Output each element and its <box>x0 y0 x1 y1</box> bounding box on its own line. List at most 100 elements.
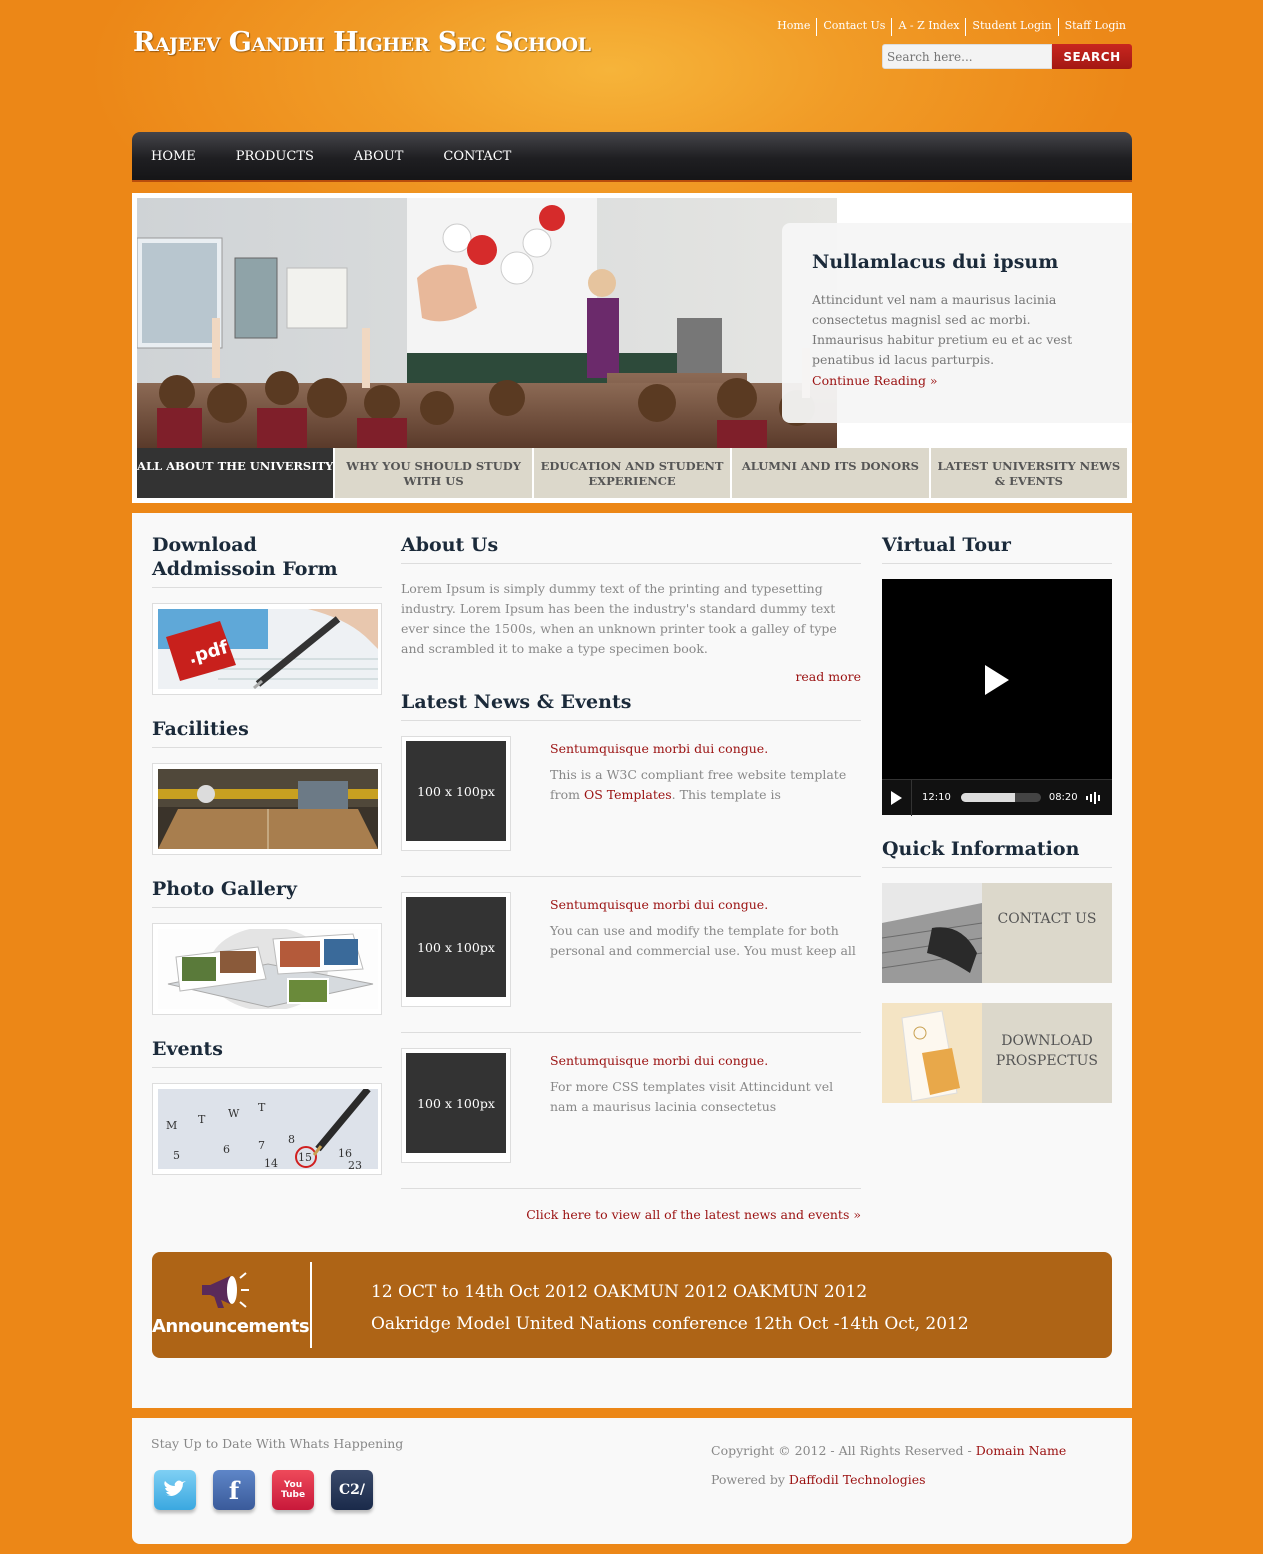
about-text: Lorem Ipsum is simply dummy text of the … <box>401 581 837 656</box>
news-thumb[interactable]: 100 x 100px <box>401 1048 511 1163</box>
svg-text:W: W <box>228 1107 240 1120</box>
prospectus-image <box>882 1003 982 1103</box>
news-title-link[interactable]: Sentumquisque morbi dui congue. <box>550 741 768 756</box>
announcement-bar: Announcements 12 OCT to 14th Oct 2012 OA… <box>152 1252 1112 1358</box>
middle-column: About Us Lorem Ipsum is simply dummy tex… <box>401 533 861 1222</box>
facebook-icon[interactable]: f <box>213 1470 255 1510</box>
contact-us-block[interactable]: CONTACT US <box>882 883 1112 983</box>
facilities-title: Facilities <box>152 717 382 748</box>
video-controls: 12:10 08:20 <box>882 779 1112 816</box>
news-item: 100 x 100px Sentumquisque morbi dui congu… <box>401 1033 861 1189</box>
caption-text: Attincidunt vel nam a maurisus lacinia c… <box>812 292 1073 367</box>
announcement-line-1[interactable]: 12 OCT to 14th Oct 2012 OAKMUN 2012 OAKM… <box>371 1276 969 1308</box>
powered-text: Powered by <box>711 1472 789 1487</box>
download-form-thumb[interactable]: .pdf <box>152 603 382 695</box>
slider-tab-alumni[interactable]: Alumni and its donors <box>732 448 931 498</box>
toplink-az-index[interactable]: A - Z Index <box>891 18 965 36</box>
footer-stay-text: Stay Up to Date With Whats Happening <box>151 1436 404 1451</box>
nav-home[interactable]: HOME <box>151 132 196 180</box>
nav-products[interactable]: PRODUCTS <box>236 132 314 180</box>
photo-gallery-title: Photo Gallery <box>152 877 382 908</box>
news-thumb-placeholder: 100 x 100px <box>406 741 506 841</box>
events-thumb[interactable]: MTWT 5678 14 16 23 15 <box>152 1083 382 1175</box>
view-all-news-link[interactable]: Click here to view all of the latest new… <box>526 1207 861 1222</box>
footer-credits: Copyright © 2012 - All Rights Reserved -… <box>711 1436 1066 1494</box>
svg-text:14: 14 <box>264 1157 278 1169</box>
continue-reading-link[interactable]: Continue Reading » <box>812 373 938 388</box>
nav-contact[interactable]: CONTACT <box>443 132 511 180</box>
laptop-image <box>882 883 982 983</box>
announcement-label: Announcements <box>152 1316 310 1337</box>
slider-tab-education[interactable]: Education and student experience <box>533 448 733 498</box>
news-thumb-placeholder: 100 x 100px <box>406 1053 506 1153</box>
copyright-text: Copyright © 2012 - All Rights Reserved - <box>711 1443 976 1458</box>
video-progress-track[interactable] <box>960 793 1041 802</box>
slider-tab-why-study[interactable]: Why you should study with us <box>335 448 534 498</box>
news-title-link[interactable]: Sentumquisque morbi dui congue. <box>550 1053 768 1068</box>
company-link[interactable]: Daffodil Technologies <box>789 1472 926 1487</box>
site-title: Rajeev Gandhi Higher Sec School <box>133 27 591 58</box>
news-thumb[interactable]: 100 x 100px <box>401 736 511 851</box>
right-column: Virtual Tour 12:10 08:20 Quick Informati… <box>882 533 1112 1103</box>
featured-slider: Nullamlacus dui ipsum Attincidunt vel na… <box>132 193 1132 503</box>
toplink-home[interactable]: Home <box>771 18 816 36</box>
news-list: 100 x 100px Sentumquisque morbi dui congu… <box>401 721 861 1189</box>
news-thumb[interactable]: 100 x 100px <box>401 892 511 1007</box>
twitter-icon[interactable] <box>154 1470 196 1510</box>
slider-tab-university[interactable]: All about the University <box>137 448 336 498</box>
slider-tab-news[interactable]: Latest University news & events <box>930 448 1128 498</box>
toplink-contact[interactable]: Contact Us <box>816 18 891 36</box>
contact-us-label: CONTACT US <box>997 911 1097 927</box>
domain-link[interactable]: Domain Name <box>976 1443 1067 1458</box>
youtube-icon[interactable]: You Tube <box>272 1470 314 1510</box>
news-title-link[interactable]: Sentumquisque morbi dui congue. <box>550 897 768 912</box>
video-player[interactable]: 12:10 08:20 <box>882 579 1112 816</box>
download-prospectus-label: DOWNLOAD PROSPECTUS <box>995 1033 1098 1069</box>
play-icon[interactable] <box>985 665 1009 695</box>
calendar-image: MTWT 5678 14 16 23 15 <box>158 1089 378 1169</box>
top-links: Home Contact Us A - Z Index Student Logi… <box>771 18 1132 36</box>
news-text-b: . This template is <box>671 787 781 802</box>
slide-image[interactable] <box>137 198 837 448</box>
svg-text:M: M <box>166 1119 177 1132</box>
pdf-form-image: .pdf <box>158 609 378 689</box>
news-text: This is a W3C compliant free website tem… <box>550 765 861 805</box>
download-prospectus-block[interactable]: DOWNLOAD PROSPECTUS <box>882 1003 1112 1103</box>
news-body: Sentumquisque morbi dui congue. This is a… <box>550 736 861 856</box>
news-title: Latest News & Events <box>401 690 861 721</box>
announcement-line-2[interactable]: Oakridge Model United Nations conference… <box>371 1308 969 1340</box>
play-button[interactable] <box>882 779 912 816</box>
svg-text:T: T <box>198 1113 206 1126</box>
facilities-thumb[interactable] <box>152 763 382 855</box>
toplink-staff-login[interactable]: Staff Login <box>1057 18 1132 36</box>
toplink-student-login[interactable]: Student Login <box>965 18 1057 36</box>
video-current-time: 12:10 <box>922 792 951 803</box>
events-title: Events <box>152 1037 382 1068</box>
search-form: SEARCH <box>882 44 1132 69</box>
slider-tabs: All about the University Why you should … <box>137 448 1128 498</box>
search-button[interactable]: SEARCH <box>1052 44 1132 69</box>
news-inline-link[interactable]: OS Templates <box>584 787 672 802</box>
megaphone-icon <box>202 1272 249 1308</box>
c2-icon[interactable]: C2/ <box>331 1470 373 1510</box>
svg-text:6: 6 <box>223 1143 230 1156</box>
footer: Stay Up to Date With Whats Happening f Y… <box>132 1418 1132 1544</box>
search-input[interactable] <box>882 44 1052 69</box>
video-progress-fill <box>960 793 1016 802</box>
photo-gallery-thumb[interactable] <box>152 923 382 1015</box>
svg-text:23: 23 <box>348 1159 362 1169</box>
news-text-a: For more CSS templates visit Attincidunt… <box>550 1079 834 1114</box>
news-thumb-placeholder: 100 x 100px <box>406 897 506 997</box>
news-item: 100 x 100px Sentumquisque morbi dui congu… <box>401 721 861 877</box>
svg-text:7: 7 <box>258 1139 265 1152</box>
main-nav: HOME PRODUCTS ABOUT CONTACT <box>132 132 1132 182</box>
nav-about[interactable]: ABOUT <box>354 132 403 180</box>
play-small-icon <box>891 790 902 805</box>
social-links: f You Tube C2/ <box>154 1470 373 1510</box>
news-body: Sentumquisque morbi dui congue. You can u… <box>550 892 861 1012</box>
volume-icon[interactable] <box>1085 791 1104 804</box>
read-more-link[interactable]: read more <box>795 669 861 684</box>
about-title: About Us <box>401 533 861 564</box>
news-body: Sentumquisque morbi dui congue. For more … <box>550 1048 861 1168</box>
video-total-time: 08:20 <box>1048 792 1078 803</box>
